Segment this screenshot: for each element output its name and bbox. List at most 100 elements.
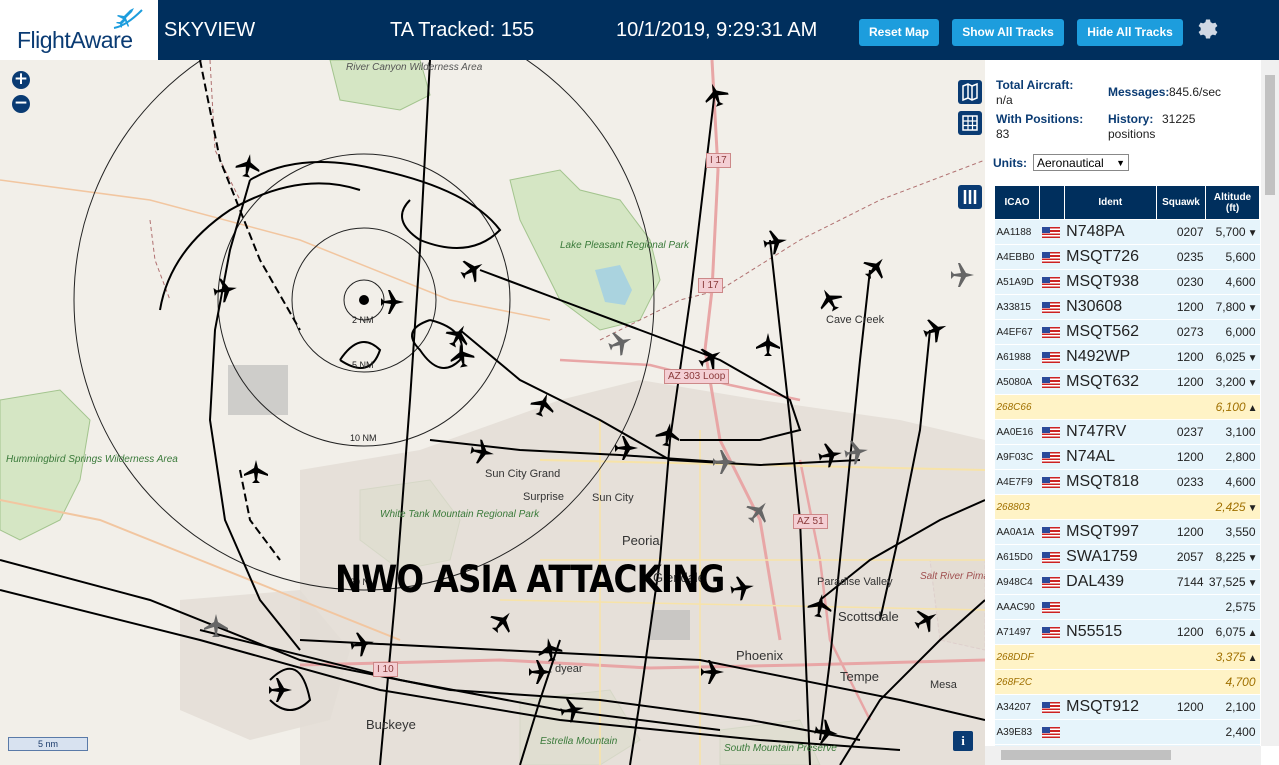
- altitude-value: 2,800: [1225, 450, 1256, 464]
- reset-map-button[interactable]: Reset Map: [859, 19, 939, 46]
- total-aircraft-value: n/a: [996, 93, 1013, 107]
- aircraft-table: ICAO Ident Squawk Altitude (ft) AA1188 N7…: [993, 185, 1260, 765]
- column-header-altitude[interactable]: Altitude (ft): [1205, 185, 1260, 220]
- datetime: 10/1/2019, 9:29:31 AM: [616, 19, 818, 41]
- squawk-cell: 0237: [1156, 419, 1206, 445]
- table-row[interactable]: 268803 2,425 ▼: [994, 494, 1260, 520]
- table-row[interactable]: AA1188 N748PA 0207 5,700 ▼: [994, 219, 1260, 245]
- country-flag-cell: [1039, 319, 1065, 345]
- altitude-cell: 2,100: [1205, 694, 1260, 720]
- icao-cell: A4EBB0: [994, 244, 1040, 270]
- altitude-trend-icon: ▲: [1247, 653, 1258, 664]
- icao-cell: AA0A1A: [994, 519, 1040, 545]
- country-flag-cell: [1039, 444, 1065, 470]
- icao-cell: A39E83: [994, 719, 1040, 745]
- altitude-cell: 5,600: [1205, 244, 1260, 270]
- altitude-trend-icon: ▼: [1247, 553, 1258, 564]
- city-buckeye: Buckeye: [366, 717, 416, 732]
- squawk-cell: 1200: [1156, 694, 1206, 720]
- horizontal-scrollbar[interactable]: [985, 746, 1261, 765]
- scrollbar-thumb[interactable]: [1265, 75, 1275, 195]
- ident-cell: MSQT997: [1064, 519, 1157, 545]
- city-cave-creek: Cave Creek: [826, 314, 885, 326]
- table-row[interactable]: A39E83 2,400: [994, 719, 1260, 745]
- squawk-cell: 2057: [1156, 544, 1206, 570]
- table-row[interactable]: 268C66 6,100 ▲: [994, 394, 1260, 420]
- table-row[interactable]: AA0A1A MSQT997 1200 3,550: [994, 519, 1260, 545]
- icao-cell: A4EF67: [994, 319, 1040, 345]
- units-value: Aeronautical: [1037, 156, 1104, 170]
- table-row[interactable]: A948C4 DAL439 7144 37,525 ▼: [994, 569, 1260, 595]
- squawk-cell: 0233: [1156, 469, 1206, 495]
- altitude-value: 8,225: [1215, 550, 1246, 564]
- table-row[interactable]: A71497 N55515 1200 6,075 ▲: [994, 619, 1260, 645]
- altitude-trend-icon: ▼: [1247, 353, 1258, 364]
- us-flag-icon: [1041, 302, 1060, 314]
- altitude-value: 4,600: [1225, 275, 1256, 289]
- icao-cell: AAAC90: [994, 594, 1040, 620]
- column-header-flag[interactable]: [1039, 185, 1065, 220]
- table-row[interactable]: 268DDF 3,375 ▲: [994, 644, 1260, 670]
- messages-value: 845.6/sec: [1169, 85, 1222, 99]
- hide-all-tracks-button[interactable]: Hide All Tracks: [1077, 19, 1183, 46]
- altitude-cell: 4,600: [1205, 469, 1260, 495]
- columns-icon[interactable]: [958, 185, 982, 209]
- altitude-cell: 37,525 ▼: [1205, 569, 1260, 595]
- us-flag-icon: [1041, 252, 1060, 264]
- tracked-count: TA Tracked: 155: [390, 19, 535, 41]
- squawk-cell: [1156, 719, 1206, 745]
- table-row[interactable]: A51A9D MSQT938 0230 4,600: [994, 269, 1260, 295]
- table-row[interactable]: 268F2C 4,700: [994, 669, 1260, 695]
- column-header-icao[interactable]: ICAO: [993, 185, 1041, 220]
- map-layers-icon[interactable]: [958, 80, 982, 104]
- city-surprise: Surprise: [523, 491, 564, 503]
- squawk-cell: [1156, 644, 1206, 670]
- icao-cell: 268C66: [994, 394, 1040, 420]
- table-row[interactable]: A5080A MSQT632 1200 3,200 ▼: [994, 369, 1260, 395]
- altitude-cell: 2,425 ▼: [1205, 494, 1260, 520]
- grid-icon[interactable]: [958, 111, 982, 135]
- scrollbar-thumb-horizontal[interactable]: [1001, 750, 1171, 760]
- ident-cell: MSQT562: [1064, 319, 1157, 345]
- us-flag-icon: [1041, 227, 1060, 239]
- road-shield-i17-mid: I 17: [698, 278, 723, 293]
- icao-cell: A615D0: [994, 544, 1040, 570]
- table-row[interactable]: AAAC90 2,575: [994, 594, 1260, 620]
- squawk-cell: [1156, 594, 1206, 620]
- show-all-tracks-button[interactable]: Show All Tracks: [952, 19, 1064, 46]
- scale-bar: 5 nm: [8, 737, 88, 751]
- table-row[interactable]: A9F03C N74AL 1200 2,800: [994, 444, 1260, 470]
- altitude-trend-icon: ▼: [1247, 303, 1258, 314]
- icao-cell: A51A9D: [994, 269, 1040, 295]
- country-flag-cell: [1039, 294, 1065, 320]
- table-row[interactable]: A34207 MSQT912 1200 2,100: [994, 694, 1260, 720]
- table-row[interactable]: A4EBB0 MSQT726 0235 5,600: [994, 244, 1260, 270]
- zoom-in-button[interactable]: +: [12, 71, 30, 89]
- road-shield-i10: I 10: [373, 662, 398, 677]
- table-row[interactable]: A33815 N30608 1200 7,800 ▼: [994, 294, 1260, 320]
- place-south-mountain: South Mountain Preserve: [724, 743, 837, 754]
- units-dropdown[interactable]: Aeronautical ▼: [1033, 154, 1129, 171]
- country-flag-cell: [1039, 569, 1065, 595]
- altitude-cell: 7,800 ▼: [1205, 294, 1260, 320]
- table-row[interactable]: AA0E16 N747RV 0237 3,100: [994, 419, 1260, 445]
- table-row[interactable]: A4EF67 MSQT562 0273 6,000: [994, 319, 1260, 345]
- gear-icon[interactable]: [1194, 17, 1218, 41]
- ring-label-10nm: 10 NM: [350, 433, 377, 443]
- info-button[interactable]: i: [953, 731, 973, 751]
- zoom-out-button[interactable]: −: [12, 95, 30, 113]
- icao-cell: A71497: [994, 619, 1040, 645]
- vertical-scrollbar[interactable]: [1261, 60, 1279, 746]
- country-flag-cell: [1039, 494, 1065, 520]
- table-row[interactable]: A4E7F9 MSQT818 0233 4,600: [994, 469, 1260, 495]
- road-shield-i17-north: I 17: [706, 153, 731, 168]
- altitude-cell: 3,100: [1205, 419, 1260, 445]
- flightaware-logo[interactable]: FlightAware: [0, 0, 158, 60]
- column-header-ident[interactable]: Ident: [1063, 185, 1157, 220]
- column-header-squawk[interactable]: Squawk: [1155, 185, 1207, 220]
- icao-cell: 268F2C: [994, 669, 1040, 695]
- map-canvas[interactable]: River Canyon Wilderness Area Lake Pleasa…: [0, 60, 985, 765]
- table-row[interactable]: A615D0 SWA1759 2057 8,225 ▼: [994, 544, 1260, 570]
- icao-cell: 268DDF: [994, 644, 1040, 670]
- table-row[interactable]: A61988 N492WP 1200 6,025 ▼: [994, 344, 1260, 370]
